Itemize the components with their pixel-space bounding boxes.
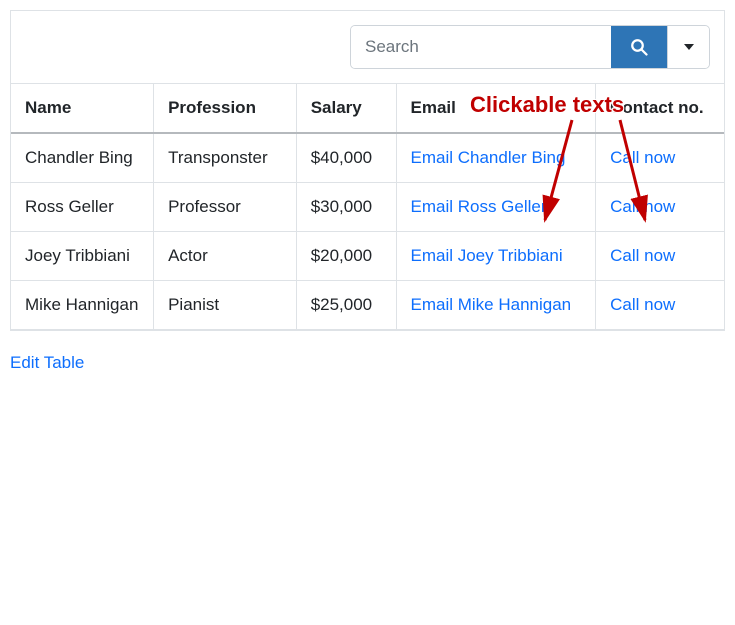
contact-link[interactable]: Call now (610, 295, 675, 314)
cell-salary: $40,000 (296, 133, 396, 183)
cell-name: Ross Geller (11, 183, 154, 232)
email-link[interactable]: Email Joey Tribbiani (411, 246, 563, 265)
cell-salary: $20,000 (296, 232, 396, 281)
table-row: Mike Hannigan Pianist $25,000 Email Mike… (11, 281, 724, 330)
col-header-name: Name (11, 84, 154, 133)
email-link[interactable]: Email Chandler Bing (411, 148, 566, 167)
table-header-row: Name Profession Salary Email Contact no. (11, 84, 724, 133)
table-row: Joey Tribbiani Actor $20,000 Email Joey … (11, 232, 724, 281)
cell-name: Joey Tribbiani (11, 232, 154, 281)
cell-salary: $30,000 (296, 183, 396, 232)
contact-link[interactable]: Call now (610, 148, 675, 167)
cell-profession: Transponster (154, 133, 297, 183)
email-link[interactable]: Email Ross Geller (411, 197, 547, 216)
col-header-email: Email (396, 84, 596, 133)
contact-link[interactable]: Call now (610, 246, 675, 265)
cell-name: Chandler Bing (11, 133, 154, 183)
search-group (350, 25, 710, 69)
data-table-panel: Name Profession Salary Email Contact no.… (10, 10, 725, 331)
search-input[interactable] (351, 26, 611, 68)
caret-down-icon (684, 44, 694, 50)
col-header-profession: Profession (154, 84, 297, 133)
search-dropdown-toggle[interactable] (667, 26, 709, 68)
edit-table-link[interactable]: Edit Table (10, 353, 84, 373)
email-link[interactable]: Email Mike Hannigan (411, 295, 572, 314)
people-table: Name Profession Salary Email Contact no.… (11, 84, 724, 330)
search-icon (630, 38, 648, 56)
search-button[interactable] (611, 26, 667, 68)
cell-profession: Actor (154, 232, 297, 281)
toolbar (11, 11, 724, 84)
table-row: Ross Geller Professor $30,000 Email Ross… (11, 183, 724, 232)
cell-profession: Pianist (154, 281, 297, 330)
cell-salary: $25,000 (296, 281, 396, 330)
col-header-contact: Contact no. (596, 84, 724, 133)
contact-link[interactable]: Call now (610, 197, 675, 216)
table-row: Chandler Bing Transponster $40,000 Email… (11, 133, 724, 183)
cell-profession: Professor (154, 183, 297, 232)
cell-name: Mike Hannigan (11, 281, 154, 330)
col-header-salary: Salary (296, 84, 396, 133)
